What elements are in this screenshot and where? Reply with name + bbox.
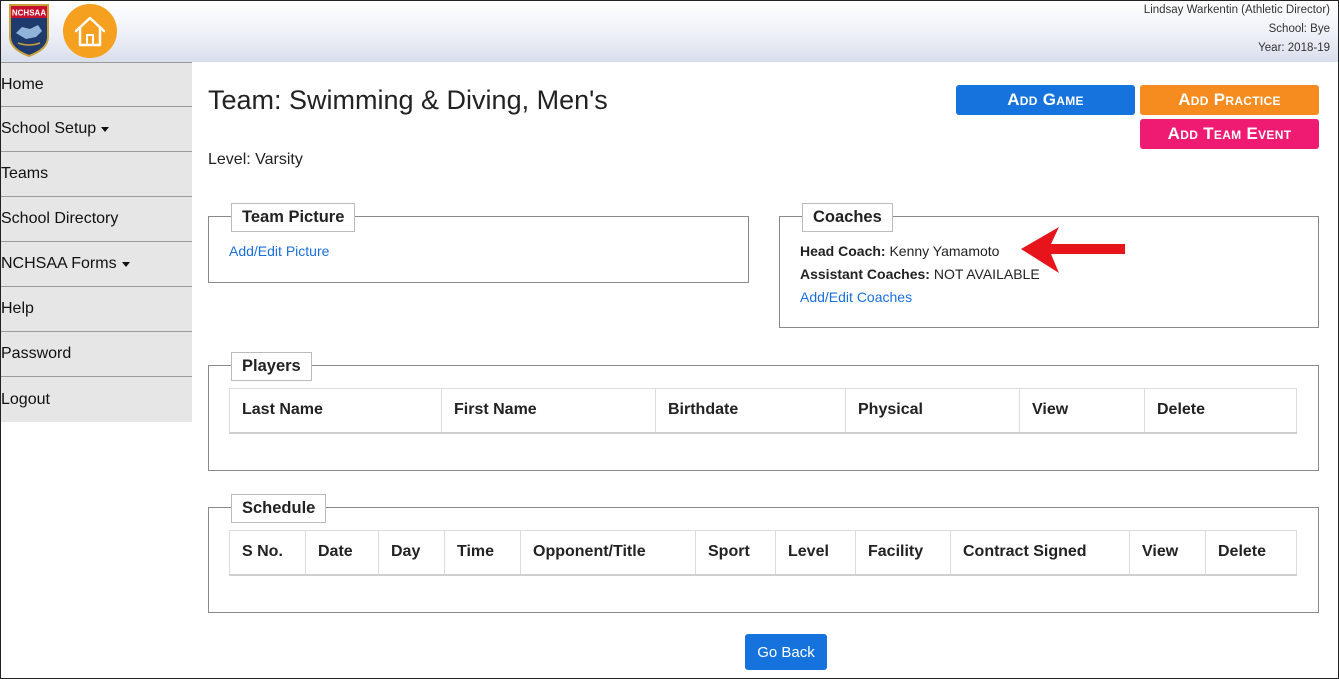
add-edit-coaches-link[interactable]: Add/Edit Coaches — [800, 289, 912, 305]
sidebar-item-label: NCHSAA Forms — [1, 255, 117, 272]
user-info: Lindsay Warkentin (Athletic Director) Sc… — [1144, 1, 1330, 58]
schedule-panel: Schedule S No. Date Day Time Opponent/Ti… — [208, 494, 1319, 613]
year-label: Year: 2018-19 — [1258, 42, 1330, 54]
column-header-opponent-title[interactable]: Opponent/Title — [520, 530, 696, 576]
add-edit-picture-link[interactable]: Add/Edit Picture — [229, 243, 329, 259]
column-header-birthdate[interactable]: Birthdate — [655, 388, 846, 434]
sidebar-item-label: Help — [1, 300, 34, 317]
add-game-button[interactable]: Add Game — [956, 85, 1135, 115]
column-header-view[interactable]: View — [1129, 530, 1206, 576]
column-header-date[interactable]: Date — [305, 530, 379, 576]
column-header-view[interactable]: View — [1019, 388, 1145, 434]
column-header-last-name[interactable]: Last Name — [229, 388, 442, 434]
column-header-day[interactable]: Day — [378, 530, 445, 576]
sidebar-item-home[interactable]: Home — [1, 62, 192, 107]
assistant-coaches-line: Assistant Coaches: NOT AVAILABLE — [800, 266, 1040, 282]
house-icon — [74, 16, 106, 47]
column-header-facility[interactable]: Facility — [855, 530, 951, 576]
coaches-legend: Coaches — [802, 203, 893, 232]
players-legend: Players — [231, 352, 312, 381]
sidebar-nav: Home School Setup Teams School Directory… — [1, 62, 192, 422]
column-header-first-name[interactable]: First Name — [441, 388, 656, 434]
add-team-event-button[interactable]: Add Team Event — [1140, 119, 1319, 149]
sidebar-item-label: Home — [1, 75, 44, 93]
schedule-table: S No. Date Day Time Opponent/Title Sport… — [229, 530, 1297, 576]
column-header-s-no[interactable]: S No. — [229, 530, 306, 576]
schedule-legend: Schedule — [231, 494, 327, 523]
sidebar-item-label: Teams — [1, 165, 49, 182]
caret-down-icon — [121, 261, 130, 267]
svg-text:NCHSAA: NCHSAA — [12, 9, 46, 18]
assistant-coaches-label: Assistant Coaches: — [800, 266, 930, 282]
nchsaa-logo[interactable]: NCHSAA — [8, 3, 50, 58]
column-header-level[interactable]: Level — [775, 530, 856, 576]
sidebar-item-teams[interactable]: Teams — [1, 152, 192, 197]
team-level: Level: Varsity — [208, 151, 303, 168]
players-table: Last Name First Name Birthdate Physical … — [229, 388, 1297, 434]
team-picture-panel: Team Picture Add/Edit Picture — [208, 203, 749, 283]
sidebar-item-help[interactable]: Help — [1, 287, 192, 332]
head-coach-value: Kenny Yamamoto — [889, 243, 1000, 259]
column-header-contract-signed[interactable]: Contract Signed — [950, 530, 1130, 576]
players-header-row: Last Name First Name Birthdate Physical … — [229, 388, 1297, 434]
sidebar-item-label: School Setup — [1, 120, 97, 137]
schedule-header-row: S No. Date Day Time Opponent/Title Sport… — [229, 530, 1297, 576]
sidebar-item-nchsaa-forms[interactable]: NCHSAA Forms — [1, 242, 192, 287]
column-header-time[interactable]: Time — [444, 530, 521, 576]
sidebar-item-logout[interactable]: Logout — [1, 377, 192, 422]
sidebar-item-password[interactable]: Password — [1, 332, 192, 377]
sidebar-item-school-setup[interactable]: School Setup — [1, 107, 192, 152]
caret-down-icon — [101, 126, 110, 132]
players-panel: Players Last Name First Name Birthdate P… — [208, 352, 1319, 471]
annotation-arrow-icon — [1021, 227, 1125, 273]
go-back-button[interactable]: Go Back — [745, 634, 827, 670]
sidebar-item-label: Password — [1, 345, 72, 362]
user-name: Lindsay Warkentin (Athletic Director) — [1143, 4, 1330, 16]
column-header-sport[interactable]: Sport — [695, 530, 776, 576]
column-header-delete[interactable]: Delete — [1205, 530, 1297, 576]
sidebar-item-label: School Directory — [1, 210, 119, 227]
app-header: NCHSAA Lindsay Warkentin (Athletic Direc… — [1, 1, 1338, 62]
column-header-delete[interactable]: Delete — [1144, 388, 1297, 434]
column-header-physical[interactable]: Physical — [845, 388, 1020, 434]
sidebar-item-label: Logout — [1, 390, 50, 408]
sidebar-item-school-directory[interactable]: School Directory — [1, 197, 192, 242]
page-title: Team: Swimming & Diving, Men's — [208, 85, 608, 115]
head-coach-line: Head Coach: Kenny Yamamoto — [800, 243, 999, 259]
head-coach-label: Head Coach: — [800, 243, 886, 259]
school-label: School: Bye — [1268, 23, 1330, 35]
add-practice-button[interactable]: Add Practice — [1140, 85, 1319, 115]
home-button[interactable] — [63, 4, 117, 58]
team-picture-legend: Team Picture — [231, 203, 356, 232]
